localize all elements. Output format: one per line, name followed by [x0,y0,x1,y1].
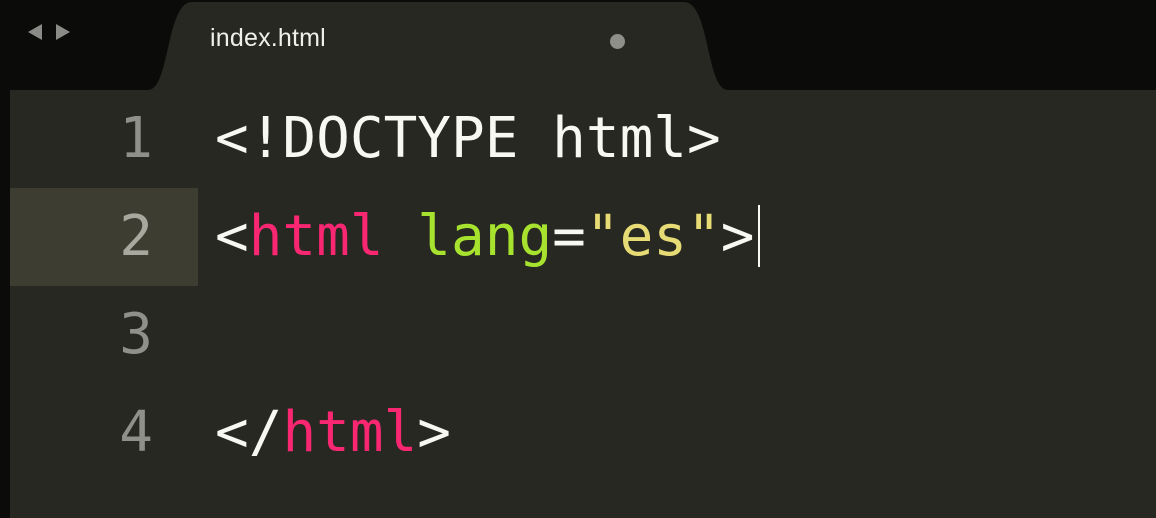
token-doctype: <!DOCTYPE html> [215,106,721,171]
tab-index-html[interactable]: index.html [148,2,728,90]
token-string: "es" [585,204,721,269]
token-punct: < [215,204,249,269]
line-content: <html lang="es"> [215,188,761,286]
code-line-2[interactable]: 2 <html lang="es"> [10,188,1156,286]
tab-navigation [28,24,70,40]
token-attribute: lang [417,204,553,269]
token-punct: > [720,204,755,269]
token-tag: html [282,400,418,465]
code-line-1[interactable]: 1 <!DOCTYPE html> [10,90,1156,188]
line-number: 2 [119,204,153,269]
code-editor: index.html 1 <!DOCTYPE html> 2 <html lan… [0,0,1156,518]
text-cursor [758,204,761,267]
token-punct: </ [215,400,283,465]
line-number: 1 [119,106,153,171]
token-equals: = [552,204,586,269]
dot-icon[interactable] [610,34,625,49]
line-number: 4 [119,400,153,465]
line-number: 3 [119,302,153,367]
tab-title: index.html [210,24,326,52]
code-line-4[interactable]: 4 </html> [10,384,1156,482]
line-content: </html> [215,384,451,482]
triangle-right-icon[interactable] [56,24,70,40]
triangle-left-icon[interactable] [28,24,42,40]
code-area[interactable]: 1 <!DOCTYPE html> 2 <html lang="es"> 3 4… [0,90,1156,518]
code-line-3[interactable]: 3 [10,286,1156,384]
line-content: <!DOCTYPE html> [215,90,721,188]
tab-bar: index.html [0,0,1156,90]
token-punct: > [417,400,452,465]
token-tag: html [248,204,384,269]
